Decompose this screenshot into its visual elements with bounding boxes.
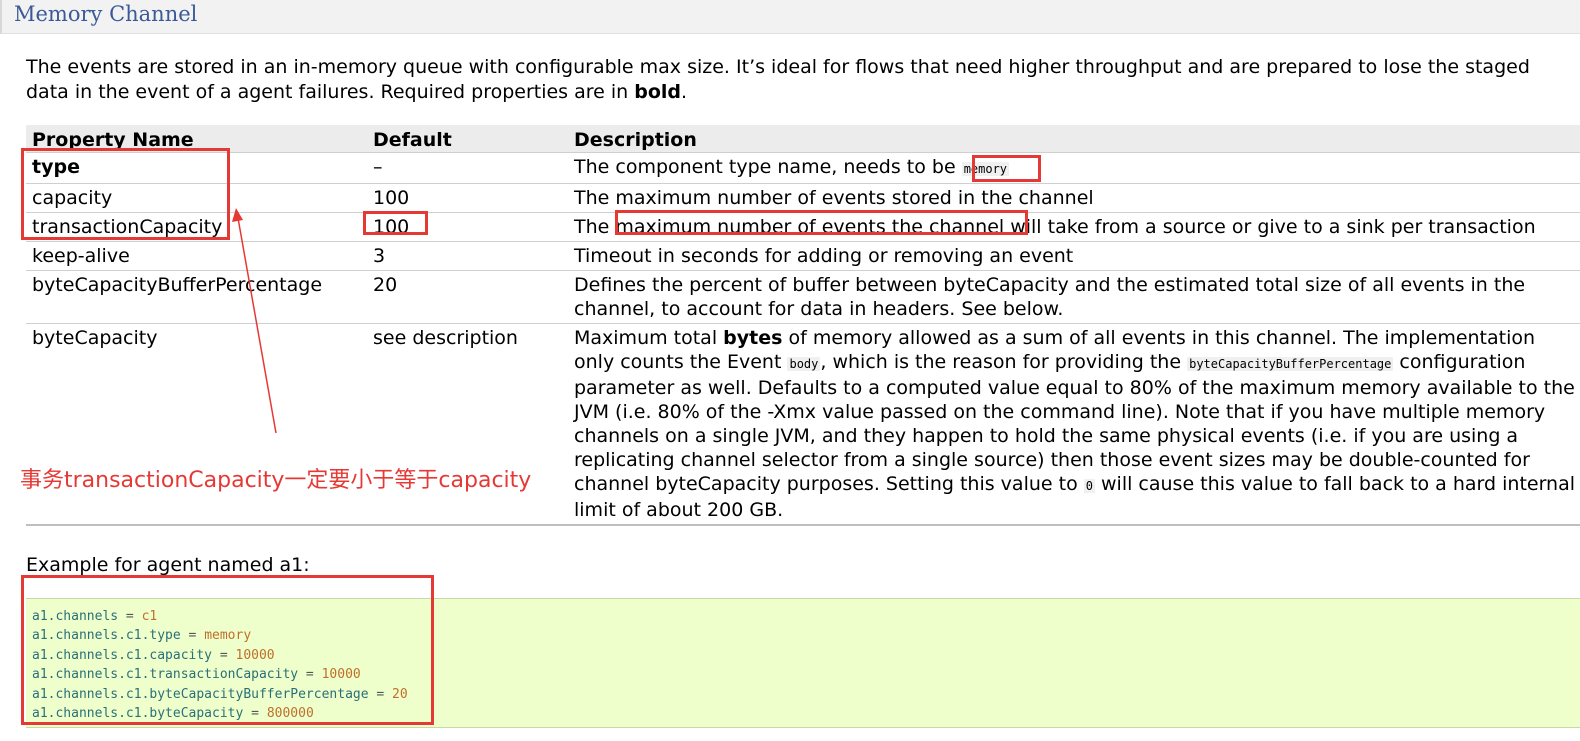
code-operator: =: [243, 706, 267, 722]
code-value: memory: [204, 628, 252, 644]
code-line: a1.channels = c1: [32, 607, 1580, 626]
page-title: Memory Channel: [14, 2, 198, 26]
inline-code: memory: [961, 162, 1010, 176]
desc-text: Maximum total: [574, 327, 724, 349]
property-default: 100: [367, 212, 568, 242]
code-value: 10000: [235, 647, 275, 663]
table-header-row: Property Name Default Description: [26, 125, 1580, 153]
table-row: transactionCapacity 100 The maximum numb…: [26, 212, 1580, 242]
property-name: transactionCapacity: [26, 212, 367, 242]
intro-text-end: .: [681, 81, 688, 103]
property-default: –: [367, 152, 568, 184]
code-value: c1: [141, 609, 158, 624]
intro-text: The events are stored in an in-memory qu…: [26, 56, 1530, 103]
property-description: Maximum total bytes of memory allowed as…: [568, 323, 1580, 526]
desc-text: The: [574, 216, 616, 238]
property-description: Timeout in seconds for adding or removin…: [568, 241, 1580, 271]
inline-code: 0: [1083, 479, 1095, 493]
desc-text: The component type name, needs to be: [574, 156, 962, 178]
code-line: a1.channels.c1.byteCapacityBufferPercent…: [32, 685, 1580, 704]
code-key: a1.channels.c1.capacity: [32, 647, 213, 663]
property-default: 20: [367, 270, 568, 324]
desc-bold: bytes: [723, 327, 783, 349]
code-key: a1.channels.c1.type: [32, 628, 181, 644]
table-row: byteCapacity see description Maximum tot…: [26, 323, 1580, 526]
property-default: 100: [367, 183, 568, 213]
property-name: type: [26, 152, 367, 184]
property-name: byteCapacity: [26, 323, 367, 526]
property-description: The maximum number of events the channel…: [568, 212, 1580, 242]
desc-text: will take from a source or give to a sin…: [1004, 216, 1536, 238]
property-name: keep-alive: [26, 241, 367, 271]
code-value: 20: [392, 686, 408, 702]
property-default: see description: [367, 323, 568, 526]
table-row: type – The component type name, needs to…: [26, 152, 1580, 184]
table-row: capacity 100 The maximum number of event…: [26, 183, 1580, 213]
code-line: a1.channels.c1.capacity = 10000: [32, 646, 1580, 665]
code-key: a1.channels: [32, 609, 119, 624]
property-default: 3: [367, 241, 568, 271]
table-row: byteCapacityBufferPercentage 20 Defines …: [26, 270, 1580, 324]
header-default: Default: [367, 125, 568, 153]
property-name: byteCapacityBufferPercentage: [26, 270, 367, 324]
intro-bold: bold: [634, 81, 682, 103]
table-row: keep-alive 3 Timeout in seconds for addi…: [26, 241, 1580, 271]
intro-paragraph: The events are stored in an in-memory qu…: [26, 55, 1576, 105]
section-title-bar: Memory Channel: [0, 0, 1580, 34]
code-key: a1.channels.c1.byteCapacityBufferPercent…: [32, 686, 369, 702]
code-operator: =: [180, 628, 205, 644]
code-value: 800000: [266, 706, 314, 722]
property-description: Defines the percent of buffer between by…: [568, 270, 1580, 324]
property-description: The component type name, needs to be mem…: [568, 152, 1580, 184]
code-operator: =: [118, 609, 142, 624]
annotation-note: 事务transactionCapacity一定要小于等于capacity: [20, 468, 532, 493]
code-operator: =: [368, 686, 393, 702]
desc-highlight: maximum number of events the channel: [615, 216, 1005, 238]
property-name-bold: type: [32, 156, 80, 178]
property-description: The maximum number of events stored in t…: [568, 183, 1580, 213]
header-property-name: Property Name: [26, 125, 367, 153]
code-line: a1.channels.c1.transactionCapacity = 100…: [32, 665, 1580, 684]
inline-code: body: [787, 357, 821, 371]
code-key: a1.channels.c1.transactionCapacity: [32, 667, 299, 683]
header-description: Description: [568, 125, 1580, 153]
property-name: capacity: [26, 183, 367, 213]
example-label: Example for agent named a1:: [26, 554, 310, 576]
code-operator: =: [212, 647, 236, 663]
code-line: a1.channels.c1.byteCapacity = 800000: [32, 704, 1580, 723]
code-value: 10000: [321, 667, 361, 683]
code-key: a1.channels.c1.byteCapacity: [32, 706, 244, 722]
desc-text: , which is the reason for providing the: [820, 351, 1188, 373]
code-operator: =: [298, 667, 322, 683]
code-line: a1.channels.c1.type = memory: [32, 626, 1580, 645]
inline-code: byteCapacityBufferPercentage: [1187, 357, 1394, 371]
example-code-block: a1.channels = c1 a1.channels.c1.type = m…: [26, 598, 1580, 728]
